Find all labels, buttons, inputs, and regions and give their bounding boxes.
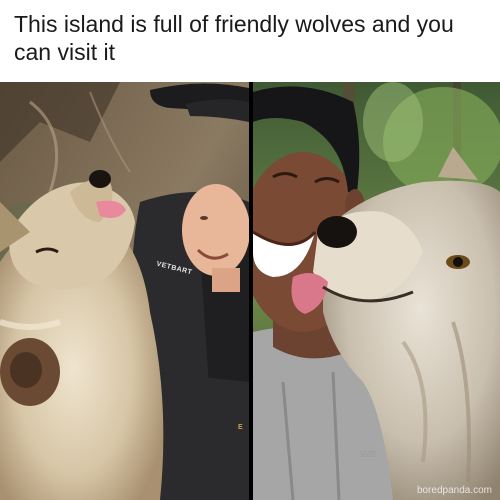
caption-text: This island is full of friendly wolves a… [14,11,454,65]
wolf-nose [317,216,357,248]
photo-collage: VETBART E 3535 boredpanda.com [0,82,500,500]
shirt-print-text: 3535 [359,450,377,459]
watermark-text: boredpanda.com [416,485,492,496]
person-face [182,184,249,276]
photo-right-wolf-and-man: 3535 boredpanda.com [253,82,500,500]
wolf-nose [89,170,111,188]
photo-right-illustration [253,82,500,500]
sleeve-print-text: E [238,424,244,431]
photo-left-illustration [0,82,249,500]
photo-left-wolf-and-person: VETBART E [0,82,249,500]
